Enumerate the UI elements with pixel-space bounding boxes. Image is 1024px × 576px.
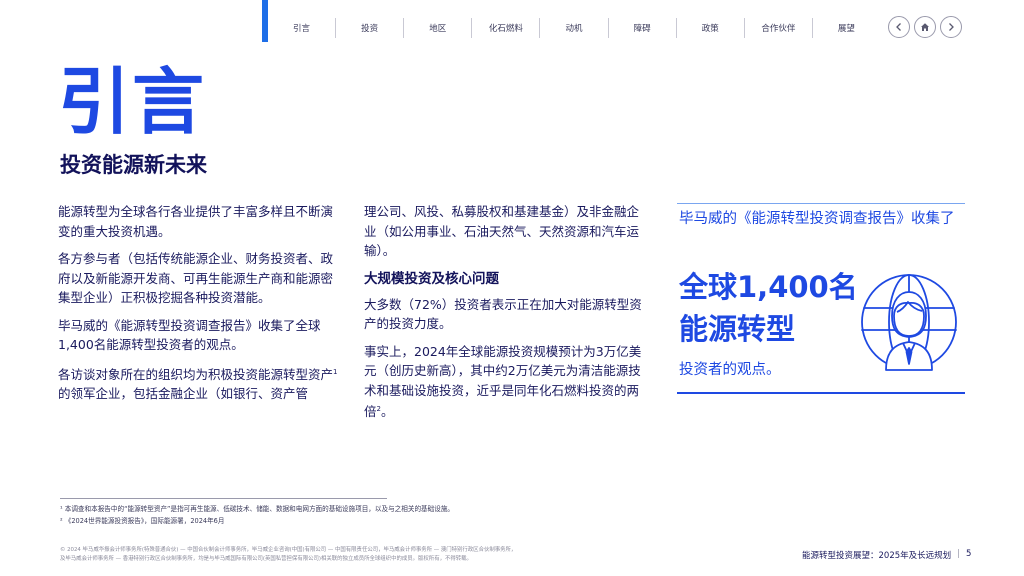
nav-item-regions[interactable]: 地区 (403, 18, 471, 38)
previous-page-button[interactable] (888, 16, 910, 38)
home-icon (921, 23, 929, 31)
paragraph: 毕马威的《能源转型投资调查报告》收集了全球1,400名能源转型投资者的观点。 (58, 317, 321, 353)
chevron-right-icon (949, 23, 954, 31)
top-navigation: 引言 投资 地区 化石燃料 动机 障碍 政策 合作伙伴 展望 (268, 18, 880, 38)
paragraph-text: 各访谈对象所在的组织均为积极投资能源转型资产 (58, 366, 334, 382)
nav-item-partners[interactable]: 合作伙伴 (743, 18, 812, 38)
body-column-1: 能源转型为全球各行各业提供了丰富多样且不断演变的重大投资机遇。 各方参与者（包括… (58, 202, 340, 412)
page-subtitle: 投资能源新未来 (60, 153, 207, 177)
page-footer: 能源转型投资展望：2025年及长远规划 | 5 (802, 549, 971, 561)
paragraph: 大多数（72%）投资者表示正在加大对能源转型资产的投资力度。 (364, 296, 642, 332)
highlight-intro: 毕马威的《能源转型投资调查报告》收集了 (679, 211, 955, 227)
paragraph: 事实上，2024年全球能源投资规模预计为3万亿美元（创历史新高），其中约2万亿美… (364, 342, 648, 422)
page-nav-buttons (888, 16, 962, 38)
highlight-top-rule (677, 203, 965, 204)
legal-notice-line-2: 及毕马威会计师事务所 — 香港特别行政区合伙制事务所，均是与毕马威国际有限公司(… (60, 556, 472, 562)
section-heading: 大规模投资及核心问题 (364, 270, 499, 287)
highlight-stat-line-1: 全球1,400名 (679, 270, 858, 304)
paragraph-text: 事实上，2024年全球能源投资规模预计为3万亿美元（创历史新高），其中约2万亿美… (364, 343, 642, 420)
paragraph: 各访谈对象所在的组织均为积极投资能源转型资产1 的领军企业，包括金融企业（如银行、… (58, 363, 340, 404)
highlight-stat-line-2: 能源转型 (679, 312, 796, 346)
body-column-2: 理公司、风投、私募股权和基建基金）及非金融企业（如公用事业、石油天然气、天然资源… (364, 202, 648, 430)
legal-notice-line-1: © 2024 毕马威华振会计师事务所(特殊普通合伙) — 中国合伙制会计师事务所… (60, 547, 517, 553)
page-number: 5 (966, 549, 972, 559)
nav-item-policy[interactable]: 政策 (675, 18, 744, 38)
footnote-2: ² 《2024世界能源投资报告》，国际能源署，2024年6月 (60, 517, 225, 525)
document-title: 能源转型投资展望：2025年及长远规划 (802, 551, 952, 561)
paragraph-text: 。 (380, 404, 394, 420)
nav-item-fossil-fuels[interactable]: 化石燃料 (471, 18, 539, 38)
next-page-button[interactable] (940, 16, 962, 38)
paragraph: 各方参与者（包括传统能源企业、财务投资者、政府以及新能源开发商、可再生能源生产商… (58, 251, 334, 305)
chevron-left-icon (896, 23, 901, 31)
footnote-ref: 1 (333, 367, 338, 376)
footnote-rule (60, 498, 387, 499)
nav-item-intro[interactable]: 引言 (268, 18, 335, 38)
footer-separator: | (957, 549, 961, 559)
highlight-stat: 全球1,400名 能源转型 (679, 266, 879, 350)
nav-item-barriers[interactable]: 障碍 (607, 18, 676, 38)
footnote-1: ¹ 本调查和本报告中的“能源转型资产”是指可再生能源、低碳技术、储能、数据和电网… (60, 505, 455, 513)
highlight-outro: 投资者的观点。 (679, 362, 781, 378)
nav-item-investment[interactable]: 投资 (335, 18, 403, 38)
nav-item-motivation[interactable]: 动机 (539, 18, 607, 38)
paragraph: 能源转型为全球各行各业提供了丰富多样且不断演变的重大投资机遇。 (58, 204, 334, 239)
home-button[interactable] (914, 16, 936, 38)
page-title: 引言 (58, 60, 207, 144)
paragraph: 理公司、风投、私募股权和基建基金）及非金融企业（如公用事业、石油天然气、天然资源… (364, 204, 640, 258)
paragraph-text: 的领军企业，包括金融企业（如银行、资产管 (58, 386, 309, 402)
highlight-bottom-rule (677, 392, 965, 394)
nav-item-outlook[interactable]: 展望 (811, 18, 880, 38)
investor-globe-icon (861, 274, 957, 371)
